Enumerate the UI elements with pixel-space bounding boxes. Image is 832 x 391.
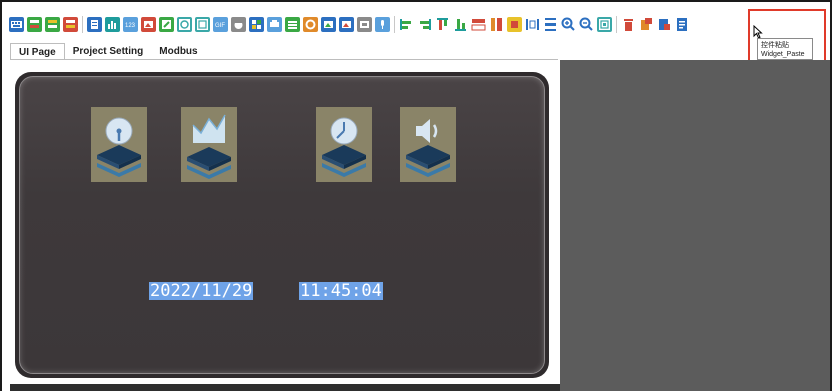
numeric-display-icon[interactable]: [45, 16, 60, 32]
zoom-in-icon[interactable]: [561, 17, 576, 32]
bar-chart-icon[interactable]: [105, 16, 120, 32]
side-gray-area: [560, 60, 830, 391]
dial-icon[interactable]: GIF: [213, 16, 228, 32]
tab-bar: UI Page Project Setting Modbus: [10, 42, 206, 60]
distribute-vertical-icon[interactable]: [543, 17, 558, 32]
align-top-icon[interactable]: [435, 17, 450, 32]
list-icon[interactable]: [249, 16, 264, 32]
audio-icon[interactable]: [339, 16, 354, 32]
tooltip-chinese-label: 控件粘贴: [761, 42, 789, 49]
svg-text:GIF: GIF: [215, 23, 225, 29]
clock-widget[interactable]: [316, 107, 372, 182]
table-icon[interactable]: [87, 16, 102, 32]
distribute-horizontal-icon[interactable]: [525, 17, 540, 32]
number-pad-icon[interactable]: 123: [123, 16, 138, 32]
widget-copy-icon[interactable]: [639, 17, 654, 32]
picture-switch-icon[interactable]: [303, 16, 318, 32]
clock-icon[interactable]: [159, 16, 174, 32]
photo-icon[interactable]: [321, 16, 336, 32]
gif-icon[interactable]: [195, 16, 210, 32]
tab-modbus[interactable]: Modbus: [151, 43, 205, 60]
keyboard-icon[interactable]: [9, 16, 24, 32]
slider-icon[interactable]: [231, 16, 246, 32]
timer-icon[interactable]: [177, 16, 192, 32]
align-right-icon[interactable]: [417, 17, 432, 32]
picture-icon[interactable]: [285, 16, 300, 32]
screen-panel[interactable]: 2022/11/29 11:45:04: [15, 72, 549, 378]
widget-paste-tooltip: 控件粘贴 Widget_Paste: [757, 38, 813, 60]
time-display[interactable]: 11:45:04: [299, 282, 383, 300]
gauge-widget[interactable]: [91, 107, 147, 182]
align-bottom-icon[interactable]: [453, 17, 468, 32]
canvas-bottom-strip: [10, 384, 560, 391]
toolbar-separator: [394, 15, 395, 33]
chart-widget[interactable]: [181, 107, 237, 182]
text-display-icon[interactable]: [27, 16, 42, 32]
svg-text:123: 123: [125, 23, 136, 29]
speaker-tool-icon[interactable]: [375, 16, 390, 32]
toolbar-separator: [616, 15, 617, 33]
speaker-widget[interactable]: [400, 107, 456, 182]
same-size-icon[interactable]: [507, 16, 522, 32]
zoom-out-icon[interactable]: [579, 17, 594, 32]
image-list-icon[interactable]: [357, 16, 372, 32]
widget-paste-icon[interactable]: [675, 17, 690, 32]
date-display[interactable]: 2022/11/29: [149, 282, 254, 300]
image-icon[interactable]: [141, 16, 156, 32]
same-height-icon[interactable]: [471, 17, 486, 32]
align-left-icon[interactable]: [399, 17, 414, 32]
toolbar-separator: [82, 15, 83, 33]
mouse-cursor-icon: [753, 25, 763, 39]
widget-cut-icon[interactable]: [657, 17, 672, 32]
register-icon[interactable]: [63, 16, 78, 32]
fit-icon[interactable]: [597, 16, 612, 32]
ring-icon[interactable]: [267, 16, 282, 32]
tooltip-english-label: Widget_Paste: [761, 51, 805, 58]
tab-ui-page[interactable]: UI Page: [10, 43, 65, 60]
toolbar: 123 GIF: [9, 14, 693, 34]
delete-icon[interactable]: [621, 17, 636, 32]
same-width-icon[interactable]: [489, 17, 504, 32]
tab-project-setting[interactable]: Project Setting: [65, 43, 152, 60]
